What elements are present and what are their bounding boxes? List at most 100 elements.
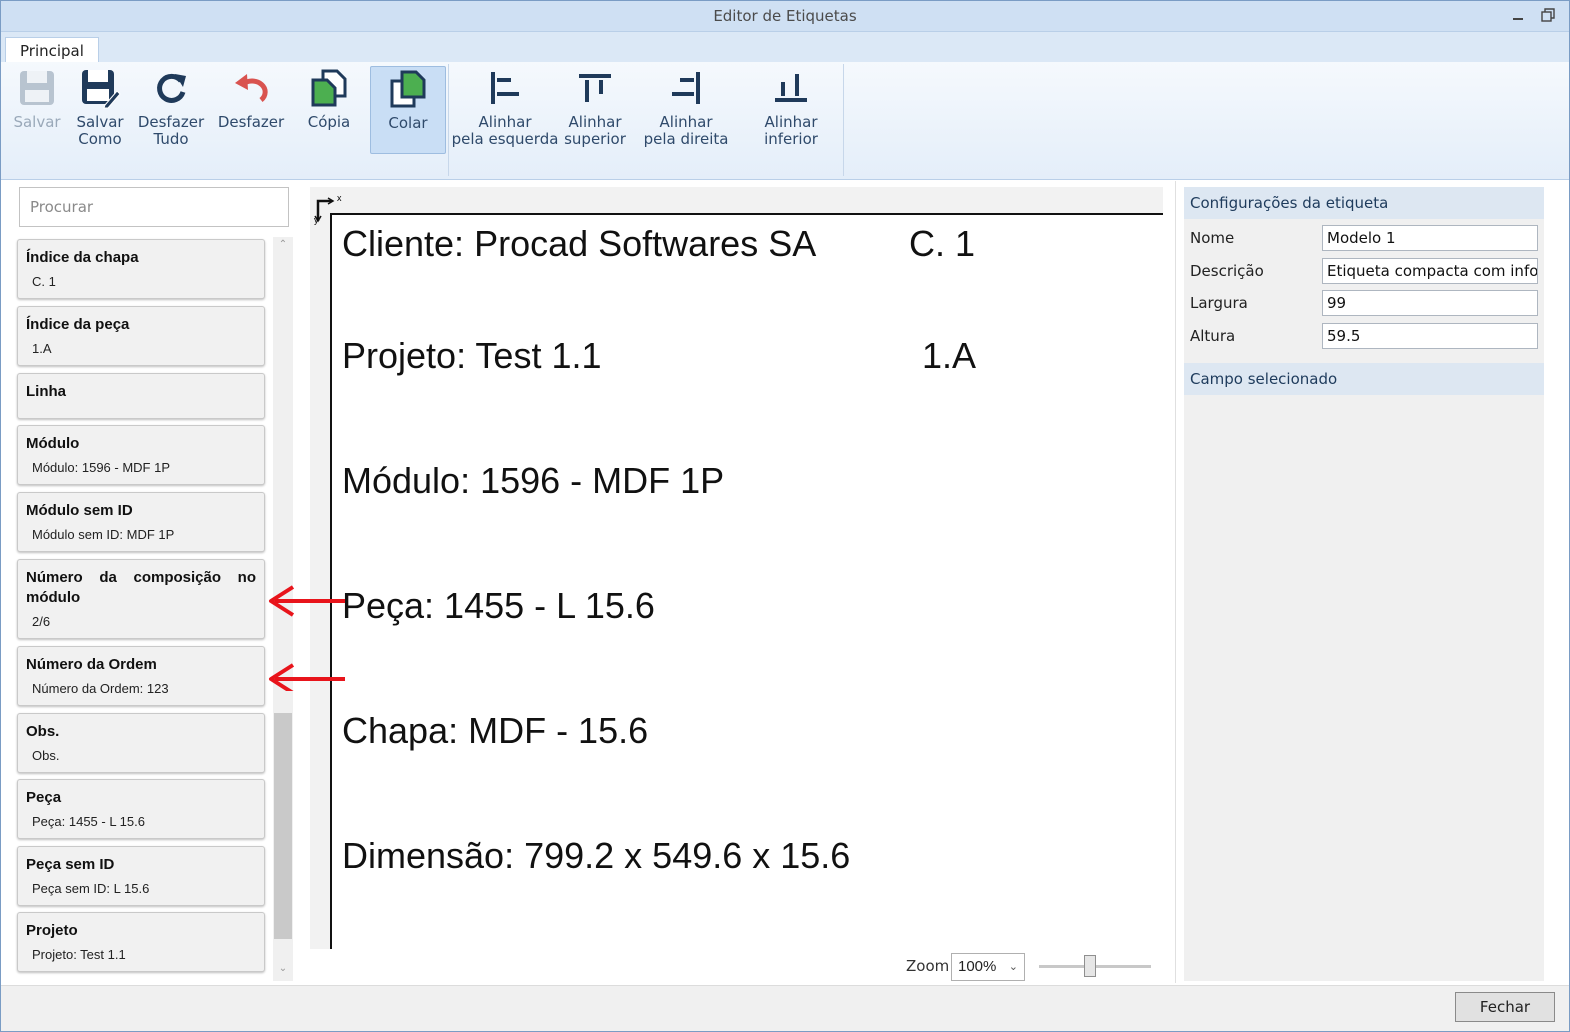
label-canvas[interactable]: x y Cliente: Procad Softwares SA C. 1 Pr…: [310, 187, 1163, 949]
origin-y-label: y: [314, 215, 319, 225]
undo-all-label-2: Tudo: [153, 130, 189, 148]
zoom-select[interactable]: 100% ⌄: [951, 953, 1025, 981]
selected-field-header: Campo selecionado: [1184, 363, 1544, 395]
align-top-button[interactable]: Alinhar superior: [561, 66, 629, 152]
minimize-icon: [1513, 18, 1523, 20]
field-card-modulo[interactable]: Módulo Módulo: 1596 - MDF 1P: [17, 425, 265, 485]
undo-all-label-1: Desfazer: [137, 113, 205, 131]
align-top-label-1: Alinhar: [568, 113, 622, 131]
label-field-chapa[interactable]: Chapa: MDF - 15.6: [342, 710, 648, 752]
align-right-button[interactable]: Alinhar pela direita: [641, 66, 731, 152]
label-field-indice-chapa[interactable]: C. 1: [909, 223, 975, 265]
field-value: Módulo sem ID: MDF 1P: [32, 527, 175, 542]
width-label: Largura: [1190, 294, 1248, 312]
scrollbar-thumb[interactable]: [274, 713, 292, 939]
restore-button[interactable]: [1537, 5, 1559, 25]
annotation-arrows: [269, 585, 345, 691]
height-label: Altura: [1190, 327, 1236, 345]
paste-button[interactable]: Colar: [370, 66, 446, 154]
copy-icon: [311, 69, 347, 107]
undo-button[interactable]: Desfazer: [217, 66, 285, 152]
field-card-numero-ordem[interactable]: Número da Ordem Número da Ordem: 123: [17, 646, 265, 706]
field-title: Peça sem ID: [26, 856, 115, 873]
ribbon-separator: [448, 64, 449, 176]
origin-x-label: x: [337, 193, 342, 203]
align-bottom-button[interactable]: Alinhar inferior: [757, 66, 825, 152]
align-left-button[interactable]: Alinhar pela esquerda: [452, 66, 558, 152]
editor-window: Editor de Etiquetas Principal Salvar Sal…: [0, 0, 1570, 1032]
undo-icon: [235, 74, 268, 102]
paste-icon: [390, 70, 426, 108]
field-value: 2/6: [32, 614, 51, 629]
description-input[interactable]: Etiqueta compacta com informações: [1322, 258, 1538, 284]
align-bottom-label-1: Alinhar: [764, 113, 818, 131]
field-title: Projeto: [26, 922, 78, 939]
field-title: Índice da chapa: [26, 249, 139, 266]
field-card-indice-chapa[interactable]: Índice da chapa C. 1: [17, 239, 265, 299]
field-card-linha[interactable]: Linha: [17, 373, 265, 419]
copy-label: Cópia: [307, 113, 351, 131]
zoom-slider-thumb[interactable]: [1084, 955, 1096, 977]
zoom-controls: Zoom 100% ⌄: [906, 951, 1166, 983]
close-button[interactable]: Fechar: [1455, 992, 1555, 1022]
scroll-up-icon[interactable]: ⌃: [273, 239, 293, 255]
label-field-modulo[interactable]: Módulo: 1596 - MDF 1P: [342, 460, 724, 502]
field-value: Peça sem ID: L 15.6: [32, 881, 150, 896]
minimize-button[interactable]: [1507, 5, 1529, 25]
properties-panel: Configurações da etiqueta Nome Modelo 1 …: [1175, 181, 1558, 983]
field-card-peca[interactable]: Peça Peça: 1455 - L 15.6: [17, 779, 265, 839]
zoom-label: Zoom: [906, 957, 950, 975]
name-input[interactable]: Modelo 1: [1322, 225, 1538, 251]
save-as-label-2: Como: [78, 130, 122, 148]
label-field-dimensao[interactable]: Dimensão: 799.2 x 549.6 x 15.6: [342, 835, 850, 877]
save-as-icon: [82, 70, 121, 109]
save-as-label-1: Salvar: [76, 113, 124, 131]
undo-label: Desfazer: [217, 113, 285, 131]
description-label: Descrição: [1190, 262, 1264, 280]
align-right-icon: [672, 72, 700, 104]
ribbon: Salvar Salvar Como Desfazer Tudo Desfaze…: [1, 62, 1569, 180]
undo-all-button[interactable]: Desfazer Tudo: [137, 66, 205, 152]
label-field-projeto[interactable]: Projeto: Test 1.1: [342, 335, 602, 377]
label-field-indice-peca[interactable]: 1.A: [922, 335, 976, 377]
paste-label: Colar: [388, 114, 428, 132]
ribbon-tabs: Principal: [1, 32, 1569, 64]
tab-principal[interactable]: Principal: [5, 37, 99, 64]
save-button[interactable]: Salvar: [13, 66, 61, 152]
field-value: Número da Ordem: 123: [32, 681, 169, 696]
field-card-peca-sem-id[interactable]: Peça sem ID Peça sem ID: L 15.6: [17, 846, 265, 906]
title-bar: Editor de Etiquetas: [1, 1, 1569, 32]
field-card-numero-composicao[interactable]: Número da composição no módulo 2/6: [17, 559, 265, 639]
copy-button[interactable]: Cópia: [303, 66, 355, 152]
zoom-value: 100%: [958, 958, 997, 975]
field-value: Projeto: Test 1.1: [32, 947, 126, 962]
search-input[interactable]: Procurar: [19, 187, 289, 227]
align-bottom-label-2: inferior: [764, 130, 818, 148]
field-title: Índice da peça: [26, 316, 130, 333]
window-title: Editor de Etiquetas: [713, 7, 857, 25]
field-card-projeto[interactable]: Projeto Projeto: Test 1.1: [17, 912, 265, 972]
name-label: Nome: [1190, 229, 1235, 247]
label-preview: Cliente: Procad Softwares SA C. 1 Projet…: [330, 213, 1163, 949]
field-value: 1.A: [32, 341, 52, 356]
align-top-icon: [579, 74, 611, 102]
annotation-arrow-icon: [269, 663, 345, 691]
ribbon-separator: [843, 64, 844, 176]
height-input[interactable]: 59.5: [1322, 323, 1538, 349]
scroll-down-icon[interactable]: ⌄: [273, 963, 293, 979]
label-field-peca[interactable]: Peça: 1455 - L 15.6: [342, 585, 655, 627]
field-card-modulo-sem-id[interactable]: Módulo sem ID Módulo sem ID: MDF 1P: [17, 492, 265, 552]
field-card-obs[interactable]: Obs. Obs.: [17, 713, 265, 773]
annotation-arrow-icon: [269, 585, 345, 617]
field-title: Linha: [26, 383, 66, 400]
field-title: Número da composição no módulo: [26, 569, 256, 606]
restore-icon: [1541, 8, 1555, 22]
field-card-indice-peca[interactable]: Índice da peça 1.A: [17, 306, 265, 366]
align-right-label-1: Alinhar: [659, 113, 713, 131]
save-as-button[interactable]: Salvar Como: [75, 66, 125, 152]
align-left-icon: [491, 72, 519, 104]
field-value: Obs.: [32, 748, 60, 763]
width-input[interactable]: 99: [1322, 290, 1538, 316]
label-field-cliente[interactable]: Cliente: Procad Softwares SA: [342, 223, 816, 265]
field-title: Módulo sem ID: [26, 502, 133, 519]
